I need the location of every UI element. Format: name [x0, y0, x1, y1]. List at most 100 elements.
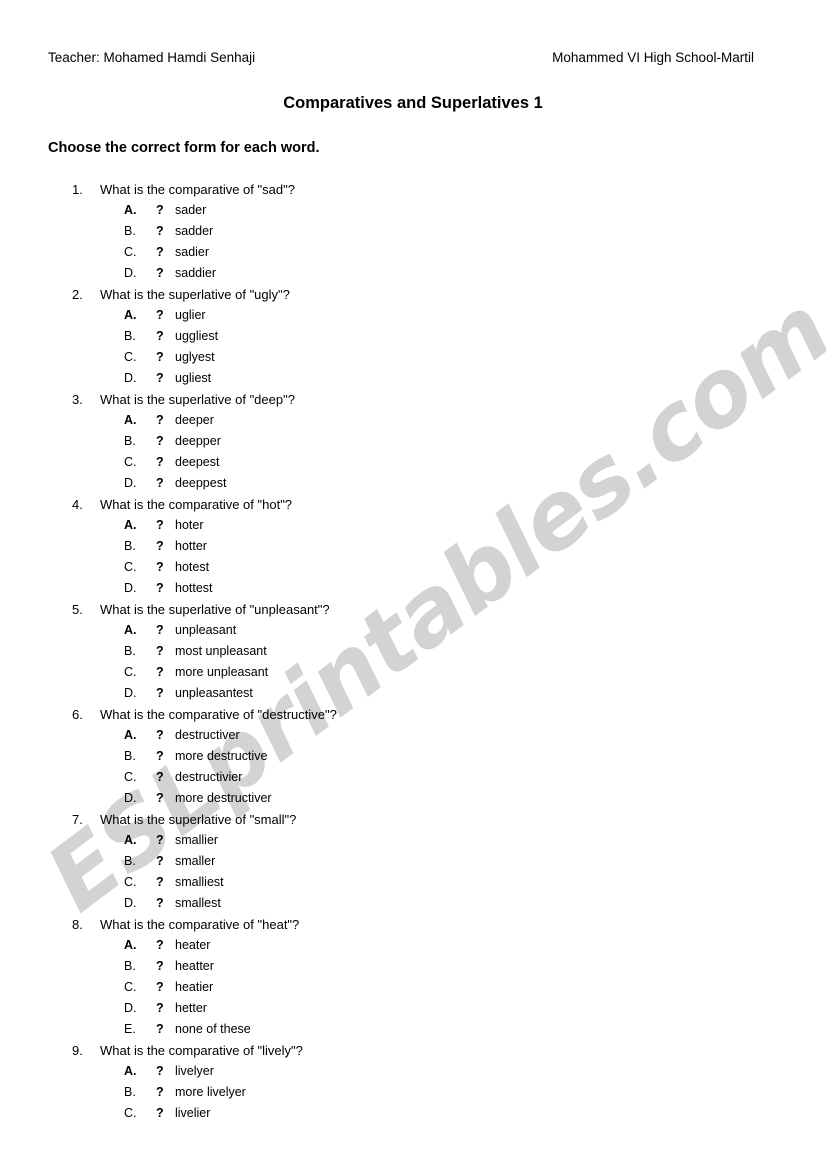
- question-text: What is the comparative of "sad"?: [100, 182, 295, 197]
- answer-option[interactable]: B.? more destructive: [0, 746, 826, 767]
- answer-option[interactable]: D.? hottest: [0, 578, 826, 599]
- answer-option[interactable]: A.? uglier: [0, 305, 826, 326]
- answer-option[interactable]: B.? deepper: [0, 431, 826, 452]
- option-text: destructivier: [175, 770, 243, 784]
- answer-option[interactable]: B.? uggliest: [0, 326, 826, 347]
- answer-option[interactable]: B.? smaller: [0, 851, 826, 872]
- option-checkbox-icon[interactable]: ?: [156, 893, 164, 914]
- question-number: 3.: [72, 392, 83, 407]
- question-block: 5. What is the superlative of "unpleasant…: [0, 599, 826, 704]
- answer-option[interactable]: A.? heater: [0, 935, 826, 956]
- answer-option[interactable]: B.? hotter: [0, 536, 826, 557]
- option-checkbox-icon[interactable]: ?: [156, 830, 164, 851]
- option-checkbox-icon[interactable]: ?: [156, 473, 164, 494]
- option-checkbox-icon[interactable]: ?: [156, 536, 164, 557]
- answer-option[interactable]: B.? more livelyer: [0, 1082, 826, 1103]
- option-checkbox-icon[interactable]: ?: [156, 263, 164, 284]
- option-text: most unpleasant: [175, 644, 267, 658]
- answer-option[interactable]: D.? saddier: [0, 263, 826, 284]
- answer-option[interactable]: C.? livelier: [0, 1103, 826, 1124]
- question-text: What is the superlative of "deep"?: [100, 392, 295, 407]
- option-checkbox-icon[interactable]: ?: [156, 683, 164, 704]
- option-text: deepper: [175, 434, 221, 448]
- option-checkbox-icon[interactable]: ?: [156, 935, 164, 956]
- answer-option[interactable]: A.? unpleasant: [0, 620, 826, 641]
- option-letter: C.: [124, 455, 137, 469]
- question-row: 6. What is the comparative of "destructiv…: [0, 704, 826, 725]
- option-checkbox-icon[interactable]: ?: [156, 851, 164, 872]
- option-text: livelier: [175, 1106, 211, 1120]
- option-checkbox-icon[interactable]: ?: [156, 1082, 164, 1103]
- option-text: heater: [175, 938, 211, 952]
- option-letter: D.: [124, 896, 137, 910]
- question-number: 4.: [72, 497, 83, 512]
- option-checkbox-icon[interactable]: ?: [156, 662, 164, 683]
- question-block: 6. What is the comparative of "destructiv…: [0, 704, 826, 809]
- option-letter: B.: [124, 329, 136, 343]
- answer-option[interactable]: C.? smalliest: [0, 872, 826, 893]
- answer-option[interactable]: D.? deeppest: [0, 473, 826, 494]
- option-checkbox-icon[interactable]: ?: [156, 1019, 164, 1040]
- answer-option[interactable]: B.? most unpleasant: [0, 641, 826, 662]
- question-block: 7. What is the superlative of "small"? A.?…: [0, 809, 826, 914]
- answer-option[interactable]: B.? heatter: [0, 956, 826, 977]
- option-checkbox-icon[interactable]: ?: [156, 998, 164, 1019]
- option-letter: A.: [124, 623, 137, 637]
- answer-option[interactable]: D.? hetter: [0, 998, 826, 1019]
- option-checkbox-icon[interactable]: ?: [156, 872, 164, 893]
- option-letter: C.: [124, 560, 137, 574]
- question-text: What is the comparative of "hot"?: [100, 497, 293, 512]
- page-title: Comparatives and Superlatives 1: [283, 94, 543, 112]
- answer-option[interactable]: C.? heatier: [0, 977, 826, 998]
- answer-option[interactable]: A.? hoter: [0, 515, 826, 536]
- answer-option[interactable]: B.? sadder: [0, 221, 826, 242]
- option-checkbox-icon[interactable]: ?: [156, 641, 164, 662]
- answer-option[interactable]: A.? sader: [0, 200, 826, 221]
- option-text: deepest: [175, 455, 220, 469]
- option-checkbox-icon[interactable]: ?: [156, 452, 164, 473]
- answer-option[interactable]: D.? smallest: [0, 893, 826, 914]
- option-checkbox-icon[interactable]: ?: [156, 431, 164, 452]
- answer-option[interactable]: A.? smallier: [0, 830, 826, 851]
- option-checkbox-icon[interactable]: ?: [156, 221, 164, 242]
- option-checkbox-icon[interactable]: ?: [156, 515, 164, 536]
- answer-option[interactable]: A.? destructiver: [0, 725, 826, 746]
- answer-option[interactable]: C.? hotest: [0, 557, 826, 578]
- option-checkbox-icon[interactable]: ?: [156, 956, 164, 977]
- answer-option[interactable]: D.? unpleasantest: [0, 683, 826, 704]
- option-checkbox-icon[interactable]: ?: [156, 305, 164, 326]
- answer-option[interactable]: A.? livelyer: [0, 1061, 826, 1082]
- option-checkbox-icon[interactable]: ?: [156, 578, 164, 599]
- option-text: hotter: [175, 539, 207, 553]
- option-letter: C.: [124, 665, 137, 679]
- option-checkbox-icon[interactable]: ?: [156, 977, 164, 998]
- question-text: What is the comparative of "lively"?: [100, 1043, 303, 1058]
- option-text: unpleasant: [175, 623, 237, 637]
- answer-option[interactable]: C.? deepest: [0, 452, 826, 473]
- option-checkbox-icon[interactable]: ?: [156, 746, 164, 767]
- answer-option[interactable]: C.? more unpleasant: [0, 662, 826, 683]
- option-checkbox-icon[interactable]: ?: [156, 242, 164, 263]
- option-checkbox-icon[interactable]: ?: [156, 767, 164, 788]
- answer-option[interactable]: C.? destructivier: [0, 767, 826, 788]
- answer-option[interactable]: E.? none of these: [0, 1019, 826, 1040]
- option-checkbox-icon[interactable]: ?: [156, 368, 164, 389]
- option-checkbox-icon[interactable]: ?: [156, 725, 164, 746]
- option-letter: D.: [124, 686, 137, 700]
- answer-option[interactable]: A.? deeper: [0, 410, 826, 431]
- option-checkbox-icon[interactable]: ?: [156, 347, 164, 368]
- option-letter: D.: [124, 371, 137, 385]
- option-checkbox-icon[interactable]: ?: [156, 788, 164, 809]
- option-checkbox-icon[interactable]: ?: [156, 410, 164, 431]
- option-letter: A.: [124, 938, 137, 952]
- option-checkbox-icon[interactable]: ?: [156, 200, 164, 221]
- option-checkbox-icon[interactable]: ?: [156, 1061, 164, 1082]
- answer-option[interactable]: D.? ugliest: [0, 368, 826, 389]
- answer-option[interactable]: C.? uglyest: [0, 347, 826, 368]
- option-checkbox-icon[interactable]: ?: [156, 1103, 164, 1124]
- answer-option[interactable]: C.? sadier: [0, 242, 826, 263]
- option-checkbox-icon[interactable]: ?: [156, 557, 164, 578]
- option-checkbox-icon[interactable]: ?: [156, 620, 164, 641]
- answer-option[interactable]: D.? more destructiver: [0, 788, 826, 809]
- option-checkbox-icon[interactable]: ?: [156, 326, 164, 347]
